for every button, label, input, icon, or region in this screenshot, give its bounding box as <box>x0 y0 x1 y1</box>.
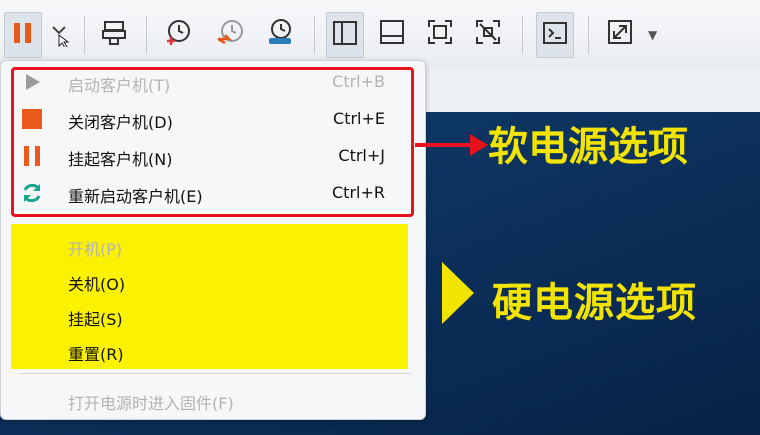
view-sidebar-icon <box>331 19 359 51</box>
menu-separator <box>19 373 411 374</box>
pause-icon <box>10 20 36 50</box>
toolbar-separator <box>146 16 147 54</box>
pause-button[interactable] <box>4 12 42 58</box>
revert-snapshot-button[interactable] <box>212 12 248 56</box>
toolbar-separator <box>588 16 589 54</box>
menu-item-shutdown-guest[interactable]: 关闭客户机(D) Ctrl+E <box>1 101 425 137</box>
fullscreen-button[interactable] <box>422 12 458 56</box>
menu-item-suspend[interactable]: 挂起(S) <box>1 298 425 334</box>
chevron-down-icon <box>49 17 70 51</box>
toolbar-separator <box>522 16 523 54</box>
hard-power-label: 硬电源选项 <box>492 280 697 326</box>
menu-item-suspend-guest[interactable]: 挂起客户机(N) Ctrl+J <box>1 138 425 174</box>
console-view-button[interactable] <box>536 12 574 58</box>
fullscreen-icon <box>426 18 454 50</box>
chevron-down-icon[interactable]: ▼ <box>648 28 657 42</box>
unity-icon <box>474 18 502 50</box>
menu-item-power-off[interactable]: 关机(O) <box>1 263 425 299</box>
soft-power-label: 软电源选项 <box>488 124 688 170</box>
power-dropdown-button[interactable] <box>44 12 74 56</box>
restart-icon <box>19 181 45 205</box>
snapshot-manager-button[interactable] <box>262 12 298 56</box>
menu-item-power-on-to-firmware[interactable]: 打开电源时进入固件(F) <box>1 382 425 418</box>
stretch-icon <box>606 18 634 50</box>
unity-button[interactable] <box>470 12 506 56</box>
arrow-right-icon <box>470 134 488 156</box>
menu-item-power-on[interactable]: 开机(P) <box>1 228 425 264</box>
stop-icon <box>19 107 45 131</box>
play-icon <box>19 70 45 94</box>
view-console-icon <box>378 18 406 50</box>
take-snapshot-button[interactable] <box>160 12 196 56</box>
power-menu: 启动客户机(T) Ctrl+B 关闭客户机(D) Ctrl+E 挂起客户机(N)… <box>0 60 426 420</box>
triangle-arrow-icon <box>442 262 474 324</box>
menu-item-reset[interactable]: 重置(R) <box>1 333 425 369</box>
toolbar-separator <box>314 16 315 54</box>
send-keys-button[interactable] <box>96 12 132 56</box>
snapshot-take-icon <box>163 17 193 51</box>
menu-item-start-guest[interactable]: 启动客户机(T) Ctrl+B <box>1 64 425 100</box>
view-console-button[interactable] <box>374 12 410 56</box>
view-sidebar-button[interactable] <box>326 12 364 58</box>
stretch-button[interactable] <box>602 12 638 56</box>
pause-icon <box>19 144 45 168</box>
menu-item-restart-guest[interactable]: 重新启动客户机(E) Ctrl+R <box>1 175 425 211</box>
toolbar-separator <box>84 16 85 54</box>
snapshot-revert-icon <box>215 17 245 51</box>
terminal-icon <box>541 19 569 51</box>
snapshot-manager-icon <box>265 17 295 51</box>
annotation-arrow-line <box>415 143 475 147</box>
send-keys-icon <box>100 18 128 50</box>
